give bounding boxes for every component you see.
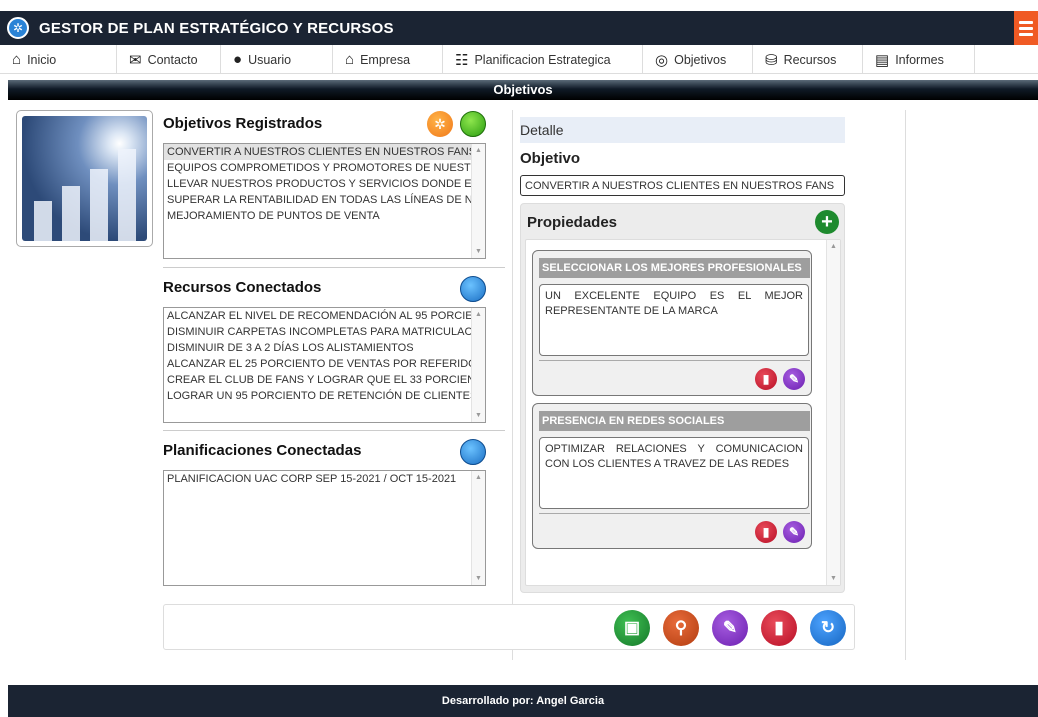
nav-item-usuario[interactable]: ● Usuario (221, 45, 333, 74)
nav-item-objetivos[interactable]: ◎ Objetivos (643, 45, 753, 74)
user-icon: ● (233, 51, 243, 68)
app-title: GESTOR DE PLAN ESTRATÉGICO Y RECURSOS (39, 19, 394, 37)
app-titlebar: ✲ GESTOR DE PLAN ESTRATÉGICO Y RECURSOS (0, 11, 1038, 45)
list-item[interactable]: CONVERTIR A NUESTROS CLIENTES EN NUESTRO… (164, 144, 485, 160)
property-card: PRESENCIA EN REDES SOCIALES OPTIMIZAR RE… (532, 403, 812, 549)
property-card: SELECCIONAR LOS MEJORES PROFESIONALES UN… (532, 250, 812, 396)
nav-item-recursos[interactable]: ⛁ Recursos (753, 45, 863, 74)
propiedades-panel: Propiedades + ▲ ▼ SELECCIONAR LOS MEJORES… (520, 203, 845, 593)
coins-icon: ⛁ (765, 51, 778, 69)
nav-label: Usuario (248, 52, 292, 67)
asterisk-button-icon[interactable]: ✲ (427, 111, 453, 137)
envelope-icon: ✉ (129, 51, 142, 69)
divider (163, 430, 505, 431)
edit-button[interactable]: ✎ (712, 610, 748, 646)
nav-label: Inicio (27, 52, 57, 67)
list-item[interactable]: ALCANZAR EL NIVEL DE RECOMENDACIÓN AL 95… (164, 308, 485, 324)
nav-label: Recursos (783, 52, 837, 67)
objetivo-input[interactable] (520, 175, 845, 196)
delete-property-button[interactable]: ▮ (755, 368, 777, 390)
propiedades-list[interactable]: ▲ ▼ SELECCIONAR LOS MEJORES PROFESIONALES… (525, 239, 841, 586)
green-status-icon[interactable] (460, 111, 486, 137)
scrollbar[interactable]: ▲ ▼ (826, 240, 840, 585)
nav-label: Planificacion Estrategica (474, 52, 611, 67)
propiedades-title: Propiedades (527, 214, 618, 231)
list-item[interactable]: LOGRAR UN 95 PORCIENTO DE RETENCIÓN DE C… (164, 388, 485, 404)
target-icon: ◎ (655, 51, 669, 69)
main-nav: ⌂ Inicio ✉ Contacto ● Usuario ⌂ Empresa ☷ Pla… (0, 45, 1038, 74)
property-title: PRESENCIA EN REDES SOCIALES (539, 411, 810, 431)
property-description[interactable]: OPTIMIZAR RELACIONES Y COMUNICACION CON … (539, 437, 809, 509)
recursos-conectados-title: Recursos Conectados (163, 279, 322, 296)
nav-item-informes[interactable]: ▤ Informes (863, 45, 975, 74)
report-icon: ▤ (875, 51, 890, 69)
list-item[interactable]: DISMINUIR DE 3 A 2 DÍAS LOS ALISTAMIENTO… (164, 340, 485, 356)
factory-icon: ⌂ (345, 51, 355, 68)
objetivo-label: Objetivo (520, 150, 581, 167)
delete-property-button[interactable]: ▮ (755, 521, 777, 543)
list-item[interactable]: PLANIFICACION UAC CORP SEP 15-2021 / OCT… (164, 471, 485, 487)
edit-property-button[interactable]: ✎ (783, 368, 805, 390)
hamburger-menu-icon[interactable] (1014, 11, 1038, 45)
list-item[interactable]: MEJORAMIENTO DE PUNTOS DE VENTA (164, 208, 485, 224)
list-item[interactable]: DISMINUIR CARPETAS INCOMPLETAS PARA MATR… (164, 324, 485, 340)
property-title: SELECCIONAR LOS MEJORES PROFESIONALES (539, 258, 810, 278)
edit-property-button[interactable]: ✎ (783, 521, 805, 543)
add-property-button[interactable]: + (815, 210, 839, 234)
blue-status-icon[interactable] (460, 276, 486, 302)
objetivos-registrados-title: Objetivos Registrados (163, 115, 323, 132)
nav-item-contacto[interactable]: ✉ Contacto (117, 45, 221, 74)
footer: Desarrollado por: Angel Garcia (8, 685, 1038, 717)
gear-logo-icon: ✲ (7, 17, 29, 39)
objective-image (16, 110, 153, 247)
refresh-button[interactable]: ↻ (810, 610, 846, 646)
search-button[interactable]: ⚲ (663, 610, 699, 646)
property-description[interactable]: UN EXCELENTE EQUIPO ES EL MEJOR REPRESEN… (539, 284, 809, 356)
nav-label: Objetivos (674, 52, 727, 67)
home-icon: ⌂ (12, 51, 22, 68)
recursos-list[interactable]: ALCANZAR EL NIVEL DE RECOMENDACIÓN AL 95… (163, 307, 486, 423)
divider (163, 267, 505, 268)
planificaciones-list[interactable]: PLANIFICACION UAC CORP SEP 15-2021 / OCT… (163, 470, 486, 586)
delete-button[interactable]: ▮ (761, 610, 797, 646)
nav-label: Informes (895, 52, 944, 67)
list-item[interactable]: ALCANZAR EL 25 PORCIENTO DE VENTAS POR R… (164, 356, 485, 372)
nav-label: Empresa (360, 52, 411, 67)
scrollbar[interactable]: ▲ ▼ (471, 471, 485, 585)
list-item[interactable]: SUPERAR LA RENTABILIDAD EN TODAS LAS LÍN… (164, 192, 485, 208)
list-item[interactable]: LLEVAR NUESTROS PRODUCTOS Y SERVICIOS DO… (164, 176, 485, 192)
nav-item-planificacion[interactable]: ☷ Planificacion Estrategica (443, 45, 643, 74)
nav-item-inicio[interactable]: ⌂ Inicio (0, 45, 117, 74)
objetivos-list[interactable]: CONVERTIR A NUESTROS CLIENTES EN NUESTRO… (163, 143, 486, 259)
planificaciones-conectadas-title: Planificaciones Conectadas (163, 442, 362, 459)
action-toolbar: ▣ ⚲ ✎ ▮ ↻ (163, 604, 855, 650)
nav-label: Contacto (147, 52, 198, 67)
scrollbar[interactable]: ▲ ▼ (471, 308, 485, 422)
page-title: Objetivos (8, 80, 1038, 100)
scrollbar[interactable]: ▲ ▼ (471, 144, 485, 258)
nav-item-empresa[interactable]: ⌂ Empresa (333, 45, 443, 74)
save-button[interactable]: ▣ (614, 610, 650, 646)
detalle-header: Detalle (520, 117, 845, 143)
list-item[interactable]: EQUIPOS COMPROMETIDOS Y PROMOTORES DE NU… (164, 160, 485, 176)
blue-status-icon[interactable] (460, 439, 486, 465)
sitemap-icon: ☷ (455, 51, 469, 69)
list-item[interactable]: CREAR EL CLUB DE FANS Y LOGRAR QUE EL 33… (164, 372, 485, 388)
